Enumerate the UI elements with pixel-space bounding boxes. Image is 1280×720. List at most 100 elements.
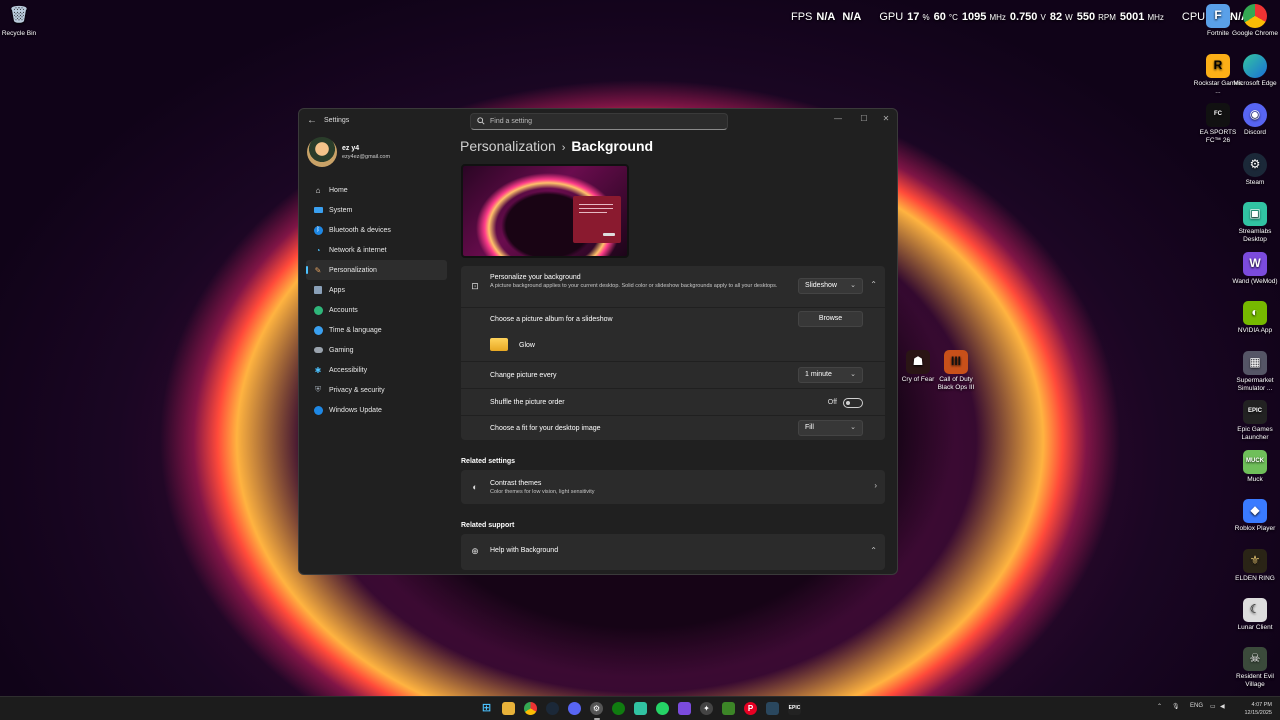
desktop-icon-lunar[interactable]: ☾ Lunar Client (1230, 598, 1280, 632)
desktop-icon-discord[interactable]: ◉ Discord (1230, 103, 1280, 137)
desktop-icon-edge[interactable]: Microsoft Edge (1230, 54, 1280, 88)
volume-icon[interactable]: ◀ (1220, 703, 1225, 710)
sidebar-item-privacy[interactable]: ⛨ Privacy & security (306, 380, 447, 400)
globe-clock-icon (313, 325, 323, 335)
sidebar-nav: ⌂ Home System ᛒ Bluetooth & devices ◔ Netwo… (306, 180, 447, 420)
contrast-icon: ◐ (472, 482, 478, 492)
desktop-icon-black-ops-3[interactable]: III Call of Duty Black Ops III (931, 350, 981, 391)
shuffle-toggle[interactable] (843, 398, 863, 408)
black-ops-icon: III (944, 350, 968, 374)
file-explorer-icon[interactable] (502, 702, 515, 715)
folder-icon (490, 338, 508, 351)
fortnite-icon: F (1206, 4, 1230, 28)
steam-taskbar-icon[interactable] (546, 702, 559, 715)
sidebar-item-time-language[interactable]: Time & language (306, 320, 447, 340)
network-icon[interactable]: ▭ (1210, 703, 1216, 710)
sidebar-item-network[interactable]: ◔ Network & internet (306, 240, 447, 260)
help-background-card[interactable]: ⊕ Help with Background ⌃ (461, 534, 885, 570)
maximize-button[interactable]: ☐ (853, 113, 875, 125)
shuffle-state: Off (827, 399, 837, 406)
shield-icon: ⛨ (315, 385, 321, 394)
desktop-icon-muck[interactable]: MUCK Muck (1230, 450, 1280, 484)
epic-taskbar-icon[interactable]: EPIC (788, 702, 801, 715)
cry-of-fear-icon: ☗ (906, 350, 930, 374)
microphone-icon[interactable]: 🎙 (1172, 703, 1180, 710)
muck-icon: MUCK (1243, 450, 1267, 474)
browse-button[interactable]: Browse (798, 311, 863, 327)
streamlabs-icon: ▣ (1243, 202, 1267, 226)
lunar-client-icon: ☾ (1243, 598, 1267, 622)
steam-client-taskbar-icon[interactable] (766, 702, 779, 715)
picture-icon: ⊡ (471, 281, 479, 291)
chrome-taskbar-icon[interactable] (524, 702, 537, 715)
update-icon (313, 405, 323, 415)
pinterest-taskbar-icon[interactable]: P (744, 702, 757, 715)
discord-taskbar-icon[interactable] (568, 702, 581, 715)
wemod-icon: W (1243, 252, 1267, 276)
app-taskbar-icon[interactable]: ✦ (700, 702, 713, 715)
sidebar-item-personalization[interactable]: ✎ Personalization (306, 260, 447, 280)
gpu-mem-clock: 5001 MHz (1119, 11, 1164, 23)
help-background-title: Help with Background (490, 547, 559, 554)
gpu-load: 17 % (907, 11, 930, 23)
gpu-clock: 1095 MHz (961, 11, 1006, 23)
desktop-icon-chrome[interactable]: Google Chrome (1230, 4, 1280, 38)
contrast-themes-title: Contrast themes (490, 480, 542, 487)
minecraft-taskbar-icon[interactable] (722, 702, 735, 715)
desktop-icon-nvidia[interactable]: ◐ NVIDIA App (1230, 301, 1280, 335)
settings-taskbar-icon[interactable]: ⚙ (590, 702, 603, 715)
back-arrow-icon[interactable]: ← (307, 115, 319, 127)
supermarket-icon: ▦ (1243, 351, 1267, 375)
desktop-icon-epic[interactable]: EPIC Epic Games Launcher (1230, 400, 1280, 441)
start-button-icon[interactable]: ⊞ (480, 702, 493, 715)
minimize-button[interactable]: — (827, 113, 849, 125)
background-type-dropdown[interactable]: Slideshow ⌄ (798, 278, 863, 294)
desktop-icon-wemod[interactable]: W Wand (WeMod) (1230, 252, 1280, 286)
breadcrumb-parent[interactable]: Personalization (460, 138, 556, 154)
xbox-taskbar-icon[interactable] (612, 702, 625, 715)
desktop-icon-supermarket[interactable]: ▦ Supermarket Simulator ... (1230, 351, 1280, 392)
recycle-bin-icon: 🗑 (8, 7, 30, 25)
sidebar-item-system[interactable]: System (306, 200, 447, 220)
contrast-themes-card[interactable]: ◐ Contrast themes Color themes for low v… (461, 470, 885, 504)
sidebar-item-apps[interactable]: Apps (306, 280, 447, 300)
roblox-icon: ◆ (1243, 499, 1267, 523)
sidebar-item-accounts[interactable]: Accounts (306, 300, 447, 320)
fps-value-2: N/A (842, 11, 862, 23)
steam-icon: ⚙ (1243, 153, 1267, 177)
chevron-up-icon[interactable]: ⌃ (870, 280, 877, 289)
epic-games-icon: EPIC (1243, 400, 1267, 424)
language-indicator[interactable]: ENG (1190, 703, 1203, 709)
desktop-icon-roblox[interactable]: ◆ Roblox Player (1230, 499, 1280, 533)
desktop-icon-streamlabs[interactable]: ▣ Streamlabs Desktop (1230, 202, 1280, 243)
fit-dropdown[interactable]: Fill ⌄ (798, 420, 863, 436)
sidebar-item-home[interactable]: ⌂ Home (306, 180, 447, 200)
desktop-icon-recycle-bin[interactable]: 🗑 Recycle Bin (0, 4, 44, 38)
desktop-icon-elden-ring[interactable]: ⚜ ELDEN RING (1230, 549, 1280, 583)
breadcrumb-separator: › (561, 142, 566, 154)
chevron-up-icon[interactable]: ⌃ (870, 546, 877, 555)
close-button[interactable]: ✕ (875, 113, 897, 125)
rockstar-icon: R (1206, 54, 1230, 78)
sidebar-item-gaming[interactable]: Gaming (306, 340, 447, 360)
desktop-icon-steam[interactable]: ⚙ Steam (1230, 153, 1280, 187)
clock[interactable]: 4:07 PM 12/15/2025 (1234, 701, 1272, 717)
interval-dropdown[interactable]: 1 minute ⌄ (798, 367, 863, 383)
sidebar-item-windows-update[interactable]: Windows Update (306, 400, 447, 420)
whatsapp-taskbar-icon[interactable] (656, 702, 669, 715)
desktop-icon-re-village[interactable]: ☠ Resident Evil Village (1230, 647, 1280, 688)
streamlabs-taskbar-icon[interactable] (634, 702, 647, 715)
performance-overlay: FPS N/A N/A GPU 17 % 60 °C 1095 MHz 0.75… (791, 11, 1232, 25)
search-input[interactable]: Find a setting (470, 113, 728, 130)
sidebar-item-bluetooth[interactable]: ᛒ Bluetooth & devices (306, 220, 447, 240)
show-hidden-icons[interactable]: ⌃ (1157, 703, 1162, 710)
sidebar-item-accessibility[interactable]: ✱ Accessibility (306, 360, 447, 380)
gpu-power: 82 W (1049, 11, 1073, 23)
shuffle-label: Shuffle the picture order (490, 399, 565, 406)
chrome-icon (1243, 4, 1267, 28)
globe-icon: ⊕ (471, 546, 479, 556)
search-placeholder: Find a setting (490, 118, 533, 125)
album-label: Choose a picture album for a slideshow (490, 316, 613, 323)
wemod-taskbar-icon[interactable] (678, 702, 691, 715)
ea-sports-icon: FC (1206, 103, 1230, 127)
